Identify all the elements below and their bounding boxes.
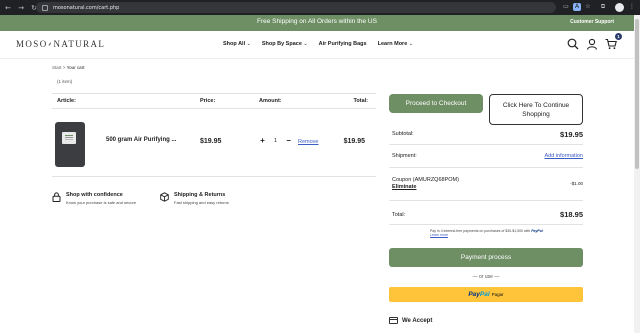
breadcrumb: Start > Your cart [52,65,84,70]
paypal-button[interactable]: PayPal Pagar [389,287,583,302]
subtotal-label: Subtotal: [392,131,414,137]
decrease-quantity-button[interactable]: − [285,136,292,145]
cart-table-header: Article: Price: Amount: Total: [52,93,376,109]
lock-icon [52,192,61,202]
divider [389,167,583,168]
shipment-label: Shipment: [392,153,417,159]
nav-label: Air Purifying Bags [318,41,367,47]
column-amount: Amount: [259,98,282,104]
total-value: $18.95 [560,210,583,219]
extensions-icon[interactable]: ⧉ [599,3,607,11]
feature-description: Know your purchase is safe and secure [66,200,137,205]
leaf-logo-mark: ⸙ [47,42,54,48]
feature-shipping-returns: Shipping & Returns Fast shipping and eas… [160,192,229,205]
account-icon[interactable] [586,38,598,50]
chevron-down-icon: ⌄ [408,41,413,47]
page-scrollbar[interactable] [634,15,640,333]
cart-item-count: (1 item) [57,79,73,84]
logo-word-2: NATURAL [53,39,106,49]
cart-icon[interactable] [605,38,617,50]
address-bar[interactable]: mosonatural.com/cart.php [36,2,556,13]
url-text: mosonatural.com/cart.php [53,4,120,11]
quantity-value[interactable]: 1 [274,138,277,144]
product-price: $19.95 [200,138,222,145]
cart-count-badge: 1 [615,33,622,40]
main-nav: Shop All ⌄ Shop By Space ⌄ Air Purifying… [223,41,413,47]
install-app-icon[interactable]: ▭ [562,3,570,11]
coupon-value: -$1.00 [570,181,583,186]
product-thumbnail[interactable] [55,122,85,167]
translate-icon[interactable]: A [573,3,581,11]
customer-support-link[interactable]: Customer Support [570,19,614,25]
shipment-row: Shipment: Add information [392,153,583,159]
divider [389,224,583,225]
total-row: Total: $18.95 [392,210,583,219]
continue-shopping-button[interactable]: Click Here To Continue Shopping [489,94,583,125]
nav-label: Shop All [223,41,246,47]
paypal-button-label: Pagar [491,292,504,297]
nav-label: Shop By Space [261,41,302,47]
nav-shop-by-space[interactable]: Shop By Space ⌄ [262,41,308,47]
chevron-down-icon: ⌄ [246,41,251,47]
free-shipping-message: Free Shipping on All Orders within the U… [257,18,377,25]
column-total: Total: [353,98,368,104]
breadcrumb-home[interactable]: Start [52,65,62,70]
breadcrumb-separator: > [62,65,66,70]
we-accept: We Accept [389,317,432,324]
subtotal-row: Subtotal: $19.95 [392,130,583,139]
feature-title: Shop with confidence [66,192,123,198]
increase-quantity-button[interactable]: + [259,136,266,145]
product-label [62,132,76,144]
proceed-to-checkout-button[interactable]: Proceed to Checkout [389,94,483,113]
box-icon [160,192,169,202]
site-logo[interactable]: MOSO⸙NATURAL [16,39,105,49]
we-accept-label: We Accept [402,317,433,324]
breadcrumb-current: Your cart [66,65,85,70]
back-icon[interactable]: ← [3,3,13,13]
forward-icon[interactable]: → [16,3,26,13]
remove-coupon-link[interactable]: Eliminate [392,184,583,190]
profile-avatar[interactable] [615,3,624,12]
coupon-label: Coupon (AMURZQ68POM) [392,177,459,183]
credit-card-icon [389,317,398,324]
announcement-bar: Free Shipping on All Orders within the U… [0,15,634,31]
nav-label: Learn More [377,41,408,47]
browser-toolbar: ← → ↻ mosonatural.com/cart.php ▭ A ☆ ⧉ ⋮ [0,0,640,15]
cart-item-row: 500 gram Air Purifying ... $19.95 + 1 − … [52,109,376,177]
remove-item-link[interactable]: Remove [298,139,318,145]
site-header: MOSO⸙NATURAL Shop All ⌄ Shop By Space ⌄ … [0,31,634,59]
nav-air-purifying-bags[interactable]: Air Purifying Bags [319,41,367,47]
quantity-stepper: + 1 − [259,136,292,145]
total-label: Total: [392,212,406,218]
search-icon[interactable] [567,38,579,50]
divider [389,144,583,145]
logo-word-1: MOSO [16,39,48,49]
learn-more-link[interactable]: Learn more [430,233,448,237]
feature-description: Fast shipping and easy returns [174,200,229,205]
or-use-divider: — or use — [472,274,500,280]
divider [389,200,583,201]
site-info-icon[interactable] [42,4,48,11]
chevron-down-icon: ⌄ [303,41,308,47]
menu-dots-icon[interactable]: ⋮ [628,3,636,11]
feature-shop-confidence: Shop with confidence Know your purchase … [52,192,136,205]
paypal-logo-pal: Pal [479,291,490,298]
add-information-link[interactable]: Add information [544,153,583,159]
line-total: $19.95 [343,138,365,145]
paypal-logo-pay: Pay [468,291,480,298]
nav-shop-all[interactable]: Shop All ⌄ [223,41,251,47]
nav-learn-more[interactable]: Learn More ⌄ [378,41,413,47]
feature-title: Shipping & Returns [174,192,226,198]
coupon-row: Coupon (AMURZQ68POM) Eliminate -$1.00 [392,177,583,190]
paypal-paylater-message: Pay in 4 interest-free payments on purch… [430,229,570,237]
column-price: Price: [200,98,216,104]
payment-process-button[interactable]: Payment process [389,248,583,267]
column-article: Article: [57,98,76,104]
product-name[interactable]: 500 gram Air Purifying ... [106,137,176,143]
paypal-logo-small: PayPal [531,229,543,233]
scrollbar-thumb[interactable] [635,19,639,169]
subtotal-value: $19.95 [560,130,583,139]
bookmark-star-icon[interactable]: ☆ [584,3,592,11]
